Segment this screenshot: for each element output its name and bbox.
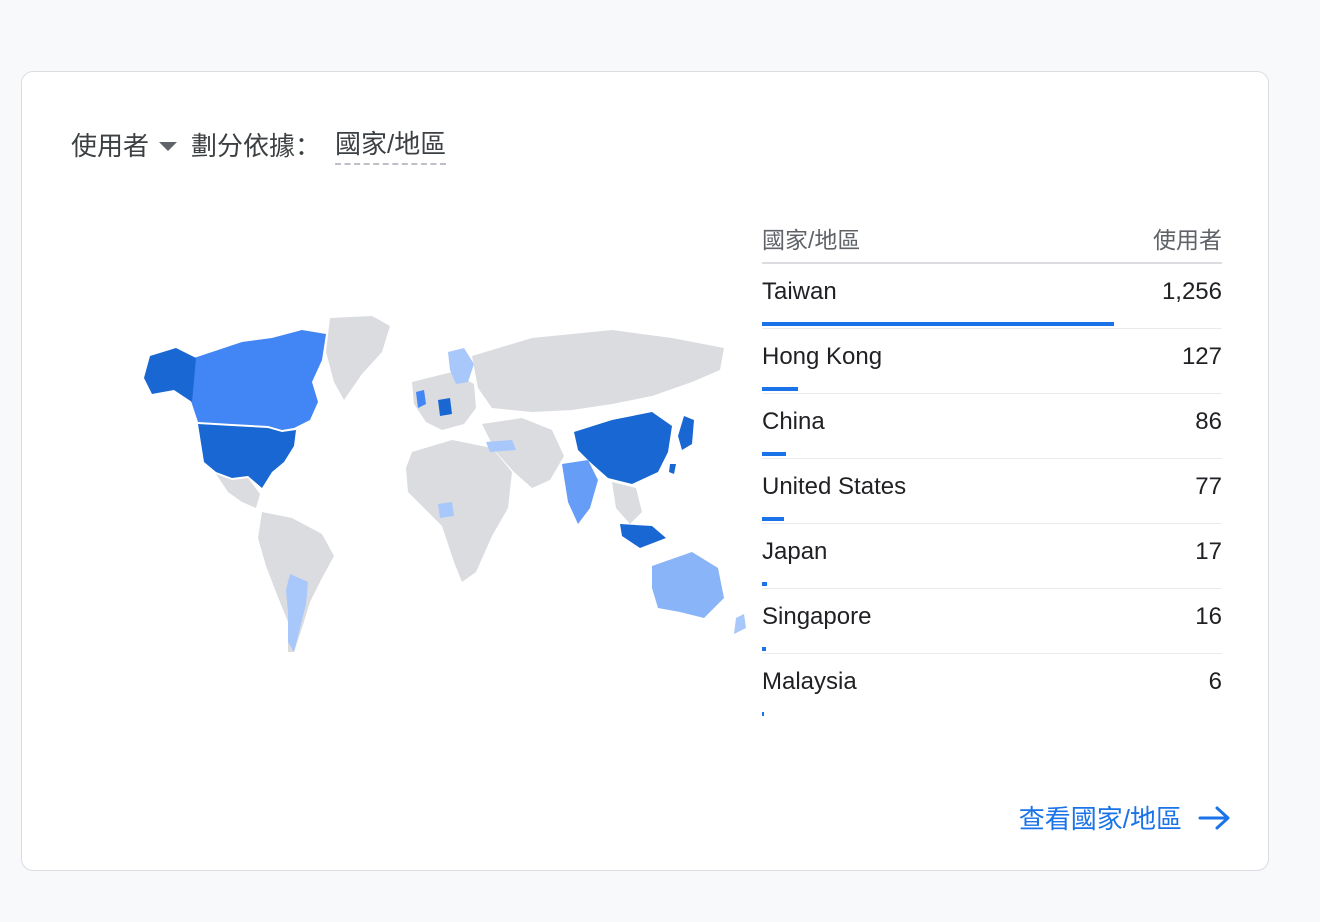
country-name: Taiwan bbox=[762, 278, 837, 305]
map-africa bbox=[406, 440, 512, 582]
table-body: Taiwan 1,256 Hong Kong 127 China 86 United Sta… bbox=[762, 264, 1222, 718]
world-map-svg bbox=[144, 316, 746, 652]
user-count: 17 bbox=[1195, 538, 1222, 565]
table-row[interactable]: Japan 17 bbox=[762, 524, 1222, 589]
users-by-country-card: 使用者 劃分依據： 國家/地區 國家/地區 使用者 Taiwan 1,256 H… bbox=[21, 71, 1269, 871]
country-table: 國家/地區 使用者 Taiwan 1,256 Hong Kong 127 China 86… bbox=[762, 214, 1222, 718]
country-name: Malaysia bbox=[762, 668, 857, 695]
dimension-selector[interactable]: 國家/地區 bbox=[335, 124, 447, 165]
map-nigeria bbox=[438, 502, 454, 518]
view-countries-link[interactable]: 查看國家/地區 bbox=[1019, 799, 1232, 836]
user-share-bar bbox=[762, 452, 786, 456]
map-alaska bbox=[144, 348, 196, 402]
table-row[interactable]: Singapore 16 bbox=[762, 589, 1222, 654]
map-indonesia bbox=[620, 524, 666, 548]
table-row[interactable]: Hong Kong 127 bbox=[762, 329, 1222, 394]
map-se-asia bbox=[612, 482, 642, 524]
map-india bbox=[562, 460, 598, 524]
map-russia bbox=[472, 330, 724, 412]
user-share-bar bbox=[762, 517, 784, 521]
user-share-bar bbox=[762, 387, 798, 391]
map-germany bbox=[438, 398, 452, 416]
col-header-users[interactable]: 使用者 bbox=[1153, 221, 1222, 255]
map-turkey bbox=[486, 440, 516, 452]
table-row[interactable]: Taiwan 1,256 bbox=[762, 264, 1222, 329]
user-share-bar bbox=[762, 582, 767, 586]
map-greenland bbox=[326, 316, 390, 400]
user-share-bar bbox=[762, 647, 766, 651]
card-header: 使用者 劃分依據： 國家/地區 bbox=[71, 124, 447, 165]
table-row[interactable]: China 86 bbox=[762, 394, 1222, 459]
country-name: China bbox=[762, 408, 825, 435]
user-count: 86 bbox=[1195, 408, 1222, 435]
map-australia bbox=[652, 552, 724, 618]
country-name: United States bbox=[762, 473, 907, 500]
user-count: 1,256 bbox=[1161, 278, 1222, 305]
country-name: Singapore bbox=[762, 603, 872, 630]
table-row[interactable]: United States 77 bbox=[762, 459, 1222, 524]
col-header-country[interactable]: 國家/地區 bbox=[762, 221, 860, 255]
view-countries-label: 查看國家/地區 bbox=[1018, 804, 1182, 834]
user-count: 127 bbox=[1181, 343, 1222, 370]
map-new-zealand bbox=[734, 614, 746, 634]
table-row[interactable]: Malaysia 6 bbox=[762, 654, 1222, 718]
world-map bbox=[112, 312, 752, 672]
user-share-bar bbox=[762, 712, 764, 716]
map-taiwan bbox=[669, 464, 676, 474]
user-count: 6 bbox=[1208, 668, 1222, 695]
metric-label: 使用者 bbox=[71, 131, 150, 161]
metric-selector[interactable]: 使用者 bbox=[71, 126, 191, 163]
map-japan bbox=[678, 416, 694, 450]
dimension-label: 劃分依據： bbox=[191, 131, 322, 161]
user-count: 77 bbox=[1195, 473, 1222, 500]
arrow-right-icon bbox=[1198, 806, 1230, 829]
map-canada bbox=[188, 330, 326, 430]
user-share-bar bbox=[762, 322, 1114, 326]
country-name: Hong Kong bbox=[762, 343, 883, 370]
caret-down-icon bbox=[159, 142, 178, 151]
country-name: Japan bbox=[762, 538, 828, 565]
user-count: 16 bbox=[1195, 603, 1222, 630]
table-header: 國家/地區 使用者 bbox=[762, 214, 1222, 264]
